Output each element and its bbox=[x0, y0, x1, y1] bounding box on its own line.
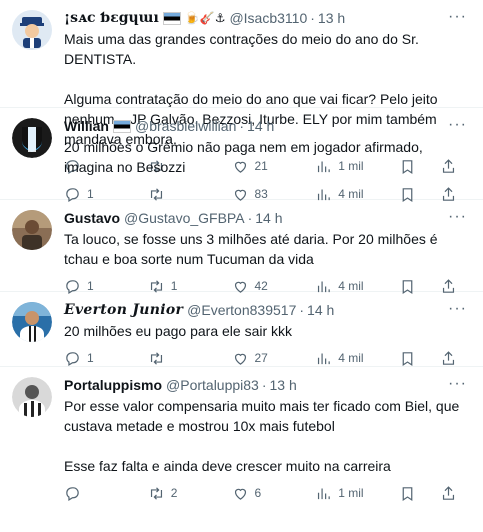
timestamp[interactable]: 13 h bbox=[270, 376, 297, 394]
separator-dot: · bbox=[239, 118, 245, 134]
bookmark-icon bbox=[402, 351, 413, 366]
player-avatar-icon bbox=[12, 302, 52, 342]
avatar[interactable] bbox=[12, 377, 52, 417]
share-icon bbox=[442, 350, 455, 365]
heart-icon bbox=[234, 488, 246, 500]
views-count: 4 mil bbox=[338, 351, 364, 365]
timestamp[interactable]: 14 h bbox=[247, 117, 274, 135]
avatar[interactable] bbox=[12, 10, 52, 50]
retweet-button[interactable]: 2 bbox=[148, 485, 208, 502]
tweet-text: Por esse valor compensaria muito mais te… bbox=[64, 398, 460, 474]
share-button[interactable] bbox=[440, 485, 463, 502]
gremio-crest-icon bbox=[12, 118, 52, 158]
retweet-count: 2 bbox=[170, 486, 178, 500]
reply-count: 1 bbox=[87, 187, 94, 201]
author-name[interactable]: Everton Junior bbox=[64, 301, 183, 319]
flag-icon bbox=[162, 11, 181, 25]
author-handle[interactable]: @brasbielwillian bbox=[135, 117, 236, 135]
separator-dot: · bbox=[247, 210, 253, 226]
timestamp[interactable]: 13 h bbox=[318, 9, 345, 27]
timestamp[interactable]: 14 h bbox=[307, 301, 334, 319]
emoji-decoration-icon: 🍺🎸⚓ bbox=[184, 11, 226, 25]
author-handle[interactable]: @Gustavo_GFBPA bbox=[124, 209, 245, 227]
share-icon bbox=[442, 485, 455, 500]
separator-dot: · bbox=[261, 377, 267, 393]
more-icon[interactable]: ··· bbox=[448, 300, 467, 318]
more-icon[interactable]: ··· bbox=[448, 375, 467, 393]
retweet-button[interactable] bbox=[148, 350, 208, 367]
like-count: 83 bbox=[254, 187, 268, 201]
retweet-icon bbox=[150, 351, 162, 365]
like-count: 6 bbox=[254, 486, 262, 500]
retweet-count: 1 bbox=[170, 279, 178, 293]
views-button[interactable]: 4 mil bbox=[315, 350, 375, 367]
like-button[interactable]: 6 bbox=[232, 485, 292, 502]
views-count: 1 mil bbox=[338, 486, 364, 500]
like-count: 42 bbox=[254, 279, 268, 293]
portaluppi-avatar-icon bbox=[12, 377, 52, 417]
reply-button[interactable] bbox=[64, 485, 124, 502]
author-handle[interactable]: @Everton839517 bbox=[187, 301, 296, 319]
tweet[interactable]: ¡sᴀc ƅɛgɥɯı 🍺🎸⚓ @Isacb3110 · 13 h ··· Ma… bbox=[0, 0, 483, 174]
action-bar: 2 6 1 mil bbox=[64, 476, 463, 510]
share-button[interactable] bbox=[440, 350, 463, 367]
author-handle[interactable]: @Portaluppi83 bbox=[166, 376, 259, 394]
more-icon[interactable]: ··· bbox=[448, 116, 467, 134]
like-count: 27 bbox=[254, 351, 268, 365]
author-name[interactable]: Portaluppismo bbox=[64, 376, 162, 394]
views-count: 4 mil bbox=[338, 187, 364, 201]
avatar[interactable] bbox=[12, 210, 52, 250]
heart-icon bbox=[234, 353, 246, 365]
author-name[interactable]: ¡sᴀc ƅɛgɥɯı bbox=[64, 9, 159, 27]
reply-count: 1 bbox=[87, 351, 94, 365]
tweet[interactable]: Portaluppismo @Portaluppi83 · 13 h ··· P… bbox=[0, 367, 483, 501]
flag-icon bbox=[113, 119, 131, 133]
separator-dot: · bbox=[310, 10, 315, 26]
tweet-text: 20 milhões o Grêmio não paga nem em joga… bbox=[64, 139, 423, 175]
like-button[interactable]: 27 bbox=[232, 350, 292, 367]
author-name[interactable]: Gustavo bbox=[64, 209, 120, 227]
tweet[interactable]: Gustavo @Gustavo_GFBPA · 14 h ··· Ta lou… bbox=[0, 200, 483, 294]
bookmark-button[interactable] bbox=[399, 485, 422, 502]
tweet-text: Ta louco, se fosse uns 3 milhões até dar… bbox=[64, 231, 438, 267]
more-icon[interactable]: ··· bbox=[448, 208, 467, 226]
more-icon[interactable]: ··· bbox=[448, 8, 467, 26]
timestamp[interactable]: 14 h bbox=[255, 209, 282, 227]
bookmark-button[interactable] bbox=[399, 350, 422, 367]
views-icon bbox=[318, 488, 331, 499]
reply-count: 1 bbox=[87, 279, 94, 293]
views-icon bbox=[318, 353, 331, 364]
tweet-text: 20 milhões eu pago para ele sair kkk bbox=[64, 323, 293, 339]
photo-avatar-icon bbox=[12, 210, 52, 250]
author-handle[interactable]: @Isacb3110 bbox=[229, 9, 307, 27]
views-button[interactable]: 1 mil bbox=[315, 485, 375, 502]
sailor-avatar-icon bbox=[12, 10, 52, 50]
author-name[interactable]: Willian bbox=[64, 117, 109, 135]
reply-icon bbox=[66, 351, 79, 366]
avatar[interactable] bbox=[12, 302, 52, 342]
reply-icon bbox=[66, 486, 79, 501]
avatar[interactable] bbox=[12, 118, 52, 158]
reply-button[interactable]: 1 bbox=[64, 350, 124, 367]
separator-dot: · bbox=[299, 302, 305, 318]
views-count: 4 mil bbox=[338, 279, 364, 293]
bookmark-icon bbox=[402, 486, 413, 501]
tweet[interactable]: Everton Junior @Everton839517 · 14 h ···… bbox=[0, 292, 483, 367]
retweet-icon bbox=[150, 486, 162, 500]
reply-feed: ¡sᴀc ƅɛgɥɯı 🍺🎸⚓ @Isacb3110 · 13 h ··· Ma… bbox=[0, 0, 483, 501]
tweet[interactable]: Willian @brasbielwillian · 14 h ··· 20 m… bbox=[0, 108, 483, 202]
